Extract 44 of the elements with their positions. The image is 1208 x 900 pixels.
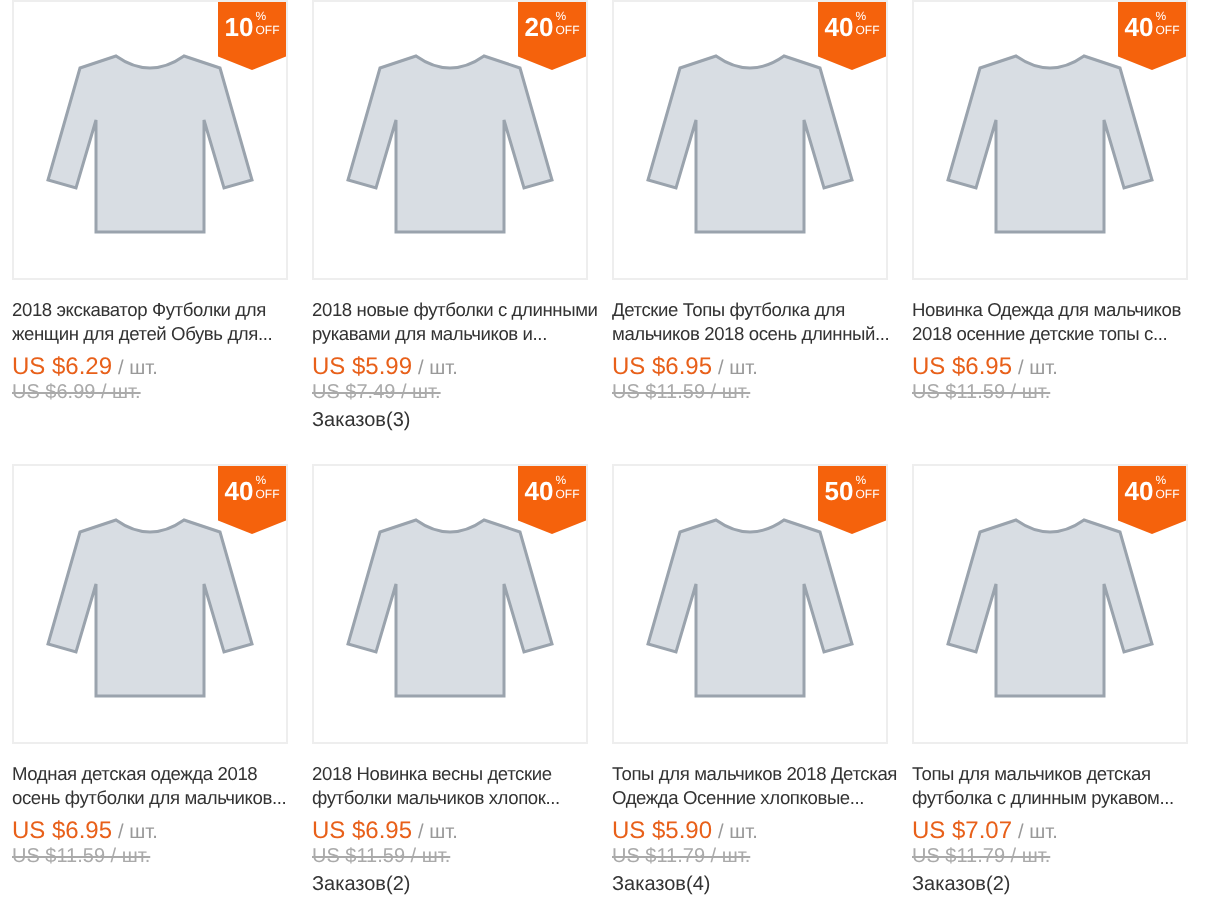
discount-value: 20 xyxy=(524,12,554,42)
old-price: US $11.79 / шт. xyxy=(612,846,753,868)
price-unit: / шт. xyxy=(1018,822,1058,844)
product-title[interactable]: Топы для мальчиков детская футболка с длинным рукавом... xyxy=(912,762,1204,810)
price-unit: / шт. xyxy=(1018,358,1058,380)
discount-value: 40 xyxy=(224,476,254,506)
product-title[interactable]: 2018 Новинка весны детские футболки мальчиков хлопок... xyxy=(312,762,604,810)
old-price: US $11.59 / шт. xyxy=(12,846,153,868)
product-title[interactable]: Топы для мальчиков 2018 Детская Одежда Осенние хлопковые... xyxy=(612,762,904,810)
price: US $6.95 xyxy=(312,816,413,844)
old-price: US $11.59 / шт. xyxy=(612,382,753,404)
price-unit: / шт. xyxy=(118,358,158,380)
price-unit: / шт. xyxy=(118,822,158,844)
product-title[interactable]: 2018 новые футболки с длинными рукавами для мальчиков и... xyxy=(312,298,604,346)
price-unit: / шт. xyxy=(718,822,758,844)
product-title[interactable]: Модная детская одежда 2018 осень футболки для мальчиков... xyxy=(12,762,304,810)
order-count: Заказов(2) xyxy=(312,874,413,896)
discount-value: 40 xyxy=(1124,12,1154,42)
order-count: Заказов(3) xyxy=(312,410,413,432)
product-title[interactable]: Детские Топы футболка для мальчиков 2018 осень длинный... xyxy=(612,298,904,346)
old-price: US $11.79 / шт. xyxy=(912,846,1053,868)
discount-value: 50 xyxy=(824,476,854,506)
discount-value: 10 xyxy=(224,12,254,42)
product-title[interactable]: 2018 экскаватор Футболки для женщин для детей Обувь для... xyxy=(12,298,304,346)
price-unit: / шт. xyxy=(418,358,458,380)
price: US $7.07 xyxy=(912,816,1013,844)
old-price: US $7.49 / шт. xyxy=(312,382,443,404)
product-title[interactable]: Новинка Одежда для мальчиков 2018 осенние детские топы с... xyxy=(912,298,1204,346)
discount-value: 40 xyxy=(524,476,554,506)
price-unit: / шт. xyxy=(418,822,458,844)
order-count: Заказов(4) xyxy=(612,874,713,896)
price: US $5.99 xyxy=(312,352,413,380)
price: US $6.29 xyxy=(12,352,113,380)
price-unit: / шт. xyxy=(718,358,758,380)
price: US $6.95 xyxy=(912,352,1013,380)
order-count: Заказов(2) xyxy=(912,874,1013,896)
discount-value: 40 xyxy=(824,12,854,42)
discount-value: 40 xyxy=(1124,476,1154,506)
old-price: US $11.59 / шт. xyxy=(312,846,453,868)
price: US $6.95 xyxy=(612,352,713,380)
price: US $5.90 xyxy=(612,816,713,844)
price: US $6.95 xyxy=(12,816,113,844)
old-price: US $11.59 / шт. xyxy=(912,382,1053,404)
old-price: US $6.99 / шт. xyxy=(12,382,143,404)
